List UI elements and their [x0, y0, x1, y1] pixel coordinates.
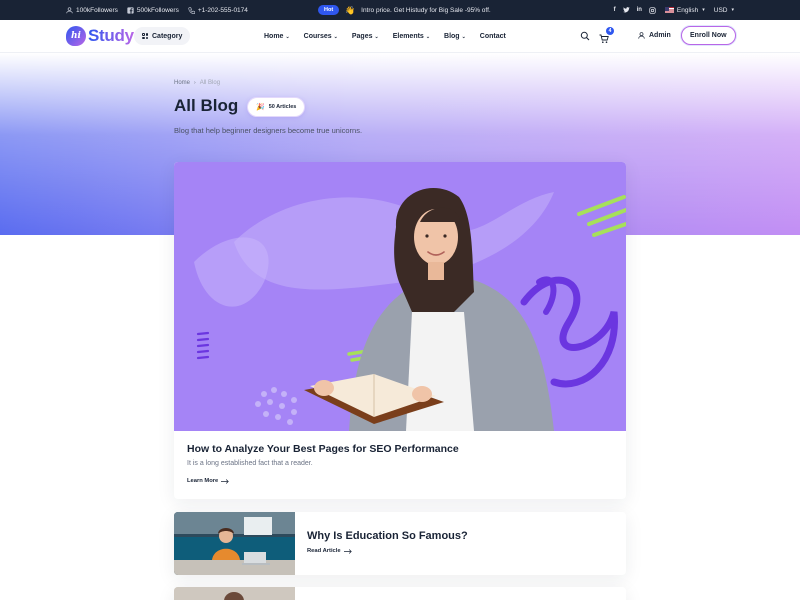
cart-button[interactable]: 4	[599, 27, 614, 43]
main-nav: Home ⌄ Courses ⌄ Pages ⌄ Elements ⌄ Blog ⌄ Co…	[264, 20, 506, 53]
language-label: English	[676, 6, 699, 14]
currency-selector[interactable]: USD ▾	[714, 7, 734, 14]
us-flag-icon	[664, 7, 674, 13]
read-article-link[interactable]: Read Article	[307, 548, 352, 554]
post-card[interactable]: Why Is Education So Famous? Read Article	[174, 512, 626, 575]
followers-count-2: 500kFollowers	[136, 6, 179, 14]
nav-label: Courses	[303, 33, 332, 40]
hot-badge: Hot	[318, 5, 340, 15]
featured-post-card[interactable]: How to Analyze Your Best Pages for SEO P…	[174, 162, 626, 499]
logo-mark-text: hi	[71, 31, 81, 41]
breadcrumb: Home › All Blog	[174, 80, 220, 86]
student-reading-illustration	[194, 188, 626, 431]
party-popper-icon: 🎉	[256, 104, 265, 111]
admin-link[interactable]: Admin	[638, 32, 671, 39]
top-bar: 100kFollowers 500kFollowers +1-202-555-0…	[0, 0, 800, 20]
followers-count-1: 100kFollowers	[76, 6, 118, 14]
breadcrumb-current: All Blog	[199, 80, 221, 86]
currency-label: USD	[713, 6, 728, 14]
search-icon[interactable]	[580, 31, 590, 41]
post-title[interactable]: Why Is Education So Famous?	[307, 530, 468, 542]
category-label: Category	[152, 32, 183, 40]
nav-label: Home	[264, 33, 284, 40]
arrow-right-icon	[221, 478, 229, 484]
featured-post-title[interactable]: How to Analyze Your Best Pages for SEO P…	[187, 443, 459, 455]
nav-label: Contact	[479, 33, 506, 40]
enroll-now-button[interactable]: Enroll Now	[681, 26, 736, 45]
post-image[interactable]	[174, 587, 295, 600]
nav-label: Blog	[444, 33, 460, 40]
category-button[interactable]: Category	[134, 27, 191, 45]
nav-item-courses[interactable]: Courses ⌄	[304, 33, 338, 40]
promo-text[interactable]: Intro price. Get Histudy for Big Sale -9…	[361, 7, 491, 14]
nav-item-pages[interactable]: Pages ⌄	[352, 33, 379, 40]
featured-post-description: It is a long established fact that a rea…	[187, 460, 313, 467]
enroll-label: Enroll Now	[690, 32, 727, 39]
nav-item-contact[interactable]: Contact	[480, 33, 506, 40]
page-subtitle: Blog that help beginner designers become…	[174, 126, 363, 135]
admin-label: Admin	[649, 32, 671, 39]
top-bar-right: f in English ▾ USD ▾	[614, 0, 734, 20]
nav-item-blog[interactable]: Blog ⌄	[444, 33, 466, 40]
phone-link[interactable]: +1-202-555-0174	[188, 7, 248, 14]
chevron-down-icon: ⌄	[285, 33, 290, 40]
promo-banner: Hot 👋 Intro price. Get Histudy for Big S…	[318, 0, 491, 20]
nav-label: Elements	[392, 33, 424, 40]
chevron-right-icon: ›	[194, 80, 196, 86]
chevron-down-icon: ⌄	[333, 33, 338, 40]
breadcrumb-home[interactable]: Home	[174, 80, 190, 86]
arrow-right-icon	[343, 548, 352, 554]
user-icon	[638, 32, 645, 39]
chevron-down-icon: ▾	[731, 7, 734, 13]
learn-more-label: Learn More	[187, 478, 219, 484]
featured-post-image[interactable]	[174, 162, 626, 431]
grid-icon	[142, 33, 148, 39]
read-article-label: Read Article	[307, 548, 341, 554]
site-logo[interactable]: hi Study	[66, 25, 134, 47]
main-header: hi Study Category Home ⌄ Courses ⌄ Pages ⌄ …	[0, 20, 800, 53]
facebook-icon[interactable]: f	[614, 7, 616, 13]
instagram-icon[interactable]	[649, 6, 656, 14]
top-bar-left: 100kFollowers 500kFollowers +1-202-555-0…	[66, 0, 248, 20]
followers-link-2[interactable]: 500kFollowers	[127, 7, 179, 14]
post-photo	[174, 587, 295, 600]
post-image[interactable]	[174, 512, 295, 575]
social-links: f in	[614, 6, 656, 14]
waving-hand-icon: 👋	[345, 5, 356, 15]
followers-link-1[interactable]: 100kFollowers	[66, 7, 118, 14]
cart-count-badge: 4	[606, 27, 614, 35]
phone-icon	[188, 6, 195, 14]
learn-more-link[interactable]: Learn More	[187, 478, 229, 484]
chevron-down-icon: ▾	[702, 7, 705, 13]
cart-icon	[599, 34, 609, 43]
chevron-down-icon: ⌄	[374, 33, 379, 40]
nav-item-home[interactable]: Home ⌄	[264, 33, 290, 40]
linkedin-icon[interactable]: in	[637, 7, 642, 13]
logo-text: Study	[88, 26, 134, 45]
phone-number: +1-202-555-0174	[197, 6, 248, 14]
users-icon	[66, 6, 73, 13]
page-title: All Blog	[174, 96, 239, 115]
article-count: 50 Articles	[268, 104, 297, 110]
logo-mark: hi	[66, 26, 86, 46]
twitter-icon[interactable]	[622, 7, 630, 13]
article-count-badge: 🎉 50 Articles	[247, 97, 306, 117]
language-selector[interactable]: English ▾	[664, 6, 705, 14]
nav-label: Pages	[351, 33, 373, 40]
facebook-square-icon	[127, 6, 134, 14]
post-card[interactable]	[174, 587, 626, 600]
chevron-down-icon: ⌄	[425, 33, 431, 40]
chevron-down-icon: ⌄	[461, 33, 466, 40]
student-laptop-photo	[174, 512, 295, 575]
nav-item-elements[interactable]: Elements ⌄	[393, 33, 430, 40]
